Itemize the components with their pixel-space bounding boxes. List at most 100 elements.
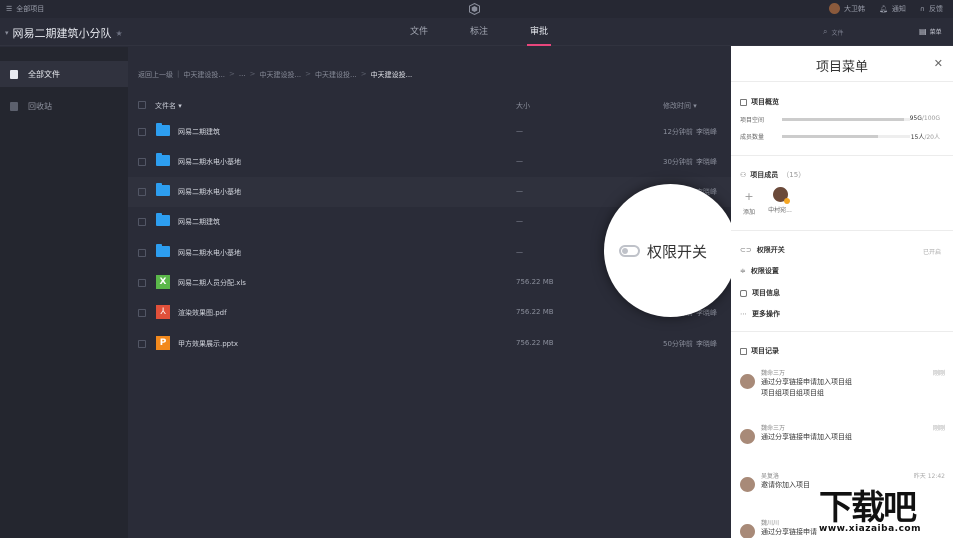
- project-menu-panel: 项目菜单 ✕ 项目概览 项目空间 95G/100G 成员数量 15人/20人 ⚇…: [731, 46, 953, 538]
- watermark-text: 下载吧: [819, 488, 917, 528]
- members-total: /20人: [924, 134, 940, 141]
- avatar: [740, 524, 755, 538]
- notify-button[interactable]: 🔔︎ 通知: [879, 4, 906, 14]
- ppt-file-icon: P: [156, 336, 170, 350]
- folder-icon: [156, 213, 170, 226]
- panel-icon: ▤: [919, 27, 927, 36]
- column-name-sort[interactable]: 文件名 ▾: [155, 101, 182, 111]
- members-count: （15）: [782, 171, 806, 179]
- file-time: 50分钟前: [663, 340, 693, 348]
- close-icon[interactable]: ✕: [934, 57, 943, 70]
- members-used: 15人: [910, 134, 925, 141]
- members-title: ⚇ 项目成员 （15）: [740, 171, 806, 179]
- avatar: [772, 187, 790, 204]
- row-checkbox[interactable]: [138, 340, 146, 348]
- breadcrumb-item[interactable]: ...: [239, 70, 246, 80]
- record-text: 通过分享链接申请加入项目组: [761, 378, 852, 386]
- record-text: 邀请你加入项目: [761, 481, 810, 489]
- members-progress-bar: [782, 135, 910, 138]
- breadcrumb-item[interactable]: 中天建设投...: [183, 70, 225, 80]
- add-member-label: 添加: [742, 209, 755, 216]
- grid-icon: [740, 98, 747, 106]
- add-member-button[interactable]: + 添加: [741, 190, 757, 217]
- plus-icon: +: [744, 190, 754, 203]
- row-checkbox[interactable]: [138, 249, 146, 257]
- toggle-icon: ⊂⊃: [740, 246, 752, 254]
- row-checkbox[interactable]: [138, 309, 146, 317]
- row-checkbox[interactable]: [138, 128, 146, 136]
- folder-icon: [156, 244, 170, 257]
- file-name[interactable]: 网易二期建筑: [178, 127, 220, 137]
- pdf-file-icon: ⅄: [156, 305, 170, 319]
- feedback-button[interactable]: ∩ 反馈: [920, 4, 943, 14]
- file-user: 李晓峰: [696, 158, 717, 166]
- star-icon[interactable]: ★: [116, 29, 123, 38]
- file-name[interactable]: 网易二期水电小基地: [178, 187, 241, 197]
- sidebar-item-label: 回收站: [28, 101, 52, 111]
- breadcrumb-item[interactable]: 中天建设投...: [259, 70, 301, 80]
- select-all-checkbox[interactable]: [138, 101, 146, 109]
- divider: [731, 81, 953, 82]
- row-checkbox[interactable]: [138, 279, 146, 287]
- row-checkbox[interactable]: [138, 158, 146, 166]
- divider: [731, 331, 953, 332]
- file-name[interactable]: 网易二期水电小基地: [178, 157, 241, 167]
- notify-label: 通知: [891, 4, 906, 13]
- file-box-icon: [10, 69, 18, 79]
- record-time: 昨天 12:42: [913, 473, 945, 480]
- column-size: 大小: [516, 102, 530, 110]
- menu-item-permission-toggle[interactable]: ⊂⊃ 权限开关: [740, 245, 785, 255]
- sidebar-item-trash[interactable]: 回收站: [0, 93, 128, 119]
- menu-item-permission-settings[interactable]: ≑ 权限设置: [740, 266, 779, 276]
- all-projects-button[interactable]: ☰ 全部项目: [6, 4, 44, 14]
- tab-approval[interactable]: 审批: [510, 18, 568, 46]
- menu-item-more[interactable]: ⋯ 更多操作: [740, 309, 780, 319]
- search-input[interactable]: ⌕ 文件: [823, 27, 844, 37]
- breadcrumb: 返回上一级 | 中天建设投... > ... > 中天建设投... > 中天建设…: [138, 70, 413, 80]
- breadcrumb-back[interactable]: 返回上一级: [138, 70, 173, 80]
- file-size: 756.22 MB: [516, 308, 554, 316]
- file-size: —: [516, 127, 523, 135]
- search-placeholder: 文件: [831, 29, 844, 37]
- file-name[interactable]: 甲方效果展示.pptx: [178, 339, 238, 349]
- menu-label: 菜单: [929, 29, 942, 36]
- row-checkbox[interactable]: [138, 218, 146, 226]
- tab-files[interactable]: 文件: [390, 18, 448, 46]
- records-title: 项目记录: [740, 346, 779, 356]
- column-time-sort[interactable]: 修改时间 ▾: [663, 101, 697, 111]
- record-user: 魏命三万: [761, 370, 786, 377]
- space-label: 项目空间: [740, 117, 765, 124]
- file-name[interactable]: 网易二期建筑: [178, 217, 220, 227]
- trash-icon: [10, 101, 18, 111]
- record-user: 吴复洛: [761, 473, 780, 480]
- logo-icon: [469, 3, 480, 15]
- breadcrumb-item[interactable]: 中天建设投...: [315, 70, 357, 80]
- breadcrumb-current: 中天建设投...: [370, 71, 413, 79]
- feedback-label: 反馈: [929, 4, 943, 13]
- sidebar-item-all-files[interactable]: 全部文件: [0, 61, 128, 87]
- file-name[interactable]: 网易二期人员分配.xls: [178, 278, 246, 288]
- user-menu[interactable]: 大卫韩: [828, 3, 865, 14]
- tab-annotations[interactable]: 标注: [450, 18, 508, 46]
- space-stat: 项目空间 95G/100G: [740, 115, 940, 125]
- menu-button[interactable]: ▤ 菜单: [919, 27, 942, 36]
- sidebar: 全部文件 回收站: [0, 47, 128, 538]
- table-row[interactable]: P 甲方效果展示.pptx 756.22 MB 50分钟前 李晓峰: [128, 329, 731, 359]
- record-text: 通过分享链接申请加入项目组: [761, 433, 852, 441]
- record-user: 魏命三万: [761, 425, 786, 432]
- table-row[interactable]: 网易二期建筑 — 12分钟前 李晓峰: [128, 117, 731, 147]
- file-size: —: [516, 217, 523, 225]
- record-time: 刚刚: [932, 425, 945, 432]
- row-checkbox[interactable]: [138, 188, 146, 196]
- menu-item-project-info[interactable]: 项目信息: [740, 288, 780, 298]
- top-bar: ☰ 全部项目 大卫韩 🔔︎ 通知 ∩ 反馈: [0, 0, 953, 18]
- file-name[interactable]: 渲染效果图.pdf: [178, 308, 227, 318]
- table-row[interactable]: 网易二期水电小基地 — 30分钟前 李晓峰: [128, 147, 731, 177]
- avatar: [740, 429, 755, 444]
- file-user: 李晓峰: [696, 128, 717, 136]
- permission-status: 已开启: [922, 249, 941, 256]
- project-switcher[interactable]: ▾ 网易二期建筑小分队 ★: [5, 25, 123, 41]
- member-item[interactable]: 中村宛...: [766, 187, 794, 214]
- space-total: /100G: [921, 115, 940, 122]
- file-name[interactable]: 网易二期水电小基地: [178, 248, 241, 258]
